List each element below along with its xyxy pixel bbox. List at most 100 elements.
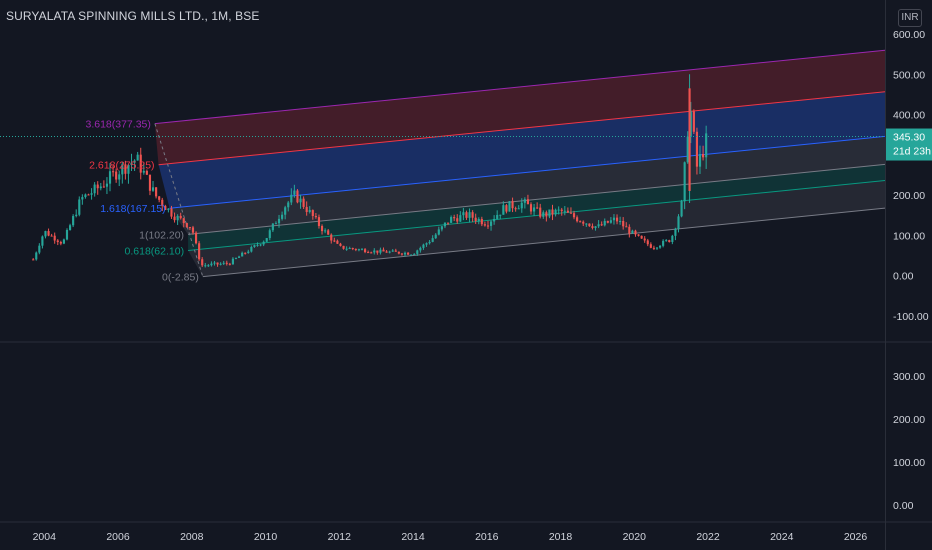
candle-body	[207, 265, 210, 267]
candle-body	[443, 222, 447, 227]
candle-body	[397, 251, 400, 254]
candle-body	[237, 256, 241, 258]
candle-body	[339, 243, 342, 246]
candle-body	[198, 243, 201, 260]
candle-body	[265, 238, 268, 242]
candle-body	[53, 235, 56, 241]
candle-body	[416, 250, 419, 254]
candle-body	[281, 214, 284, 219]
candle-body	[314, 216, 317, 218]
candle-body	[400, 253, 404, 255]
time-tick-label: 2004	[33, 531, 57, 543]
candle-body	[93, 184, 96, 194]
candle-body	[471, 212, 474, 218]
candle-body	[118, 174, 121, 180]
candle-body	[591, 226, 594, 228]
candle-body	[545, 212, 548, 217]
last-price-value: 345.30	[893, 132, 925, 144]
candle-body	[646, 240, 649, 245]
candle-body	[188, 227, 191, 229]
candle-body	[388, 251, 391, 253]
candle-body	[456, 218, 459, 222]
candle-body	[50, 235, 53, 237]
time-tick-label: 2010	[254, 531, 278, 543]
candle-body	[499, 214, 502, 216]
time-tick-label: 2022	[696, 531, 720, 543]
candle-body	[287, 202, 290, 208]
candle-body	[216, 262, 219, 265]
candle-body	[102, 186, 105, 188]
fib-level-label: 1(102.20)	[139, 229, 184, 241]
candle-body	[333, 240, 336, 242]
candle-body	[170, 208, 173, 217]
price-tick-label: 600.00	[893, 29, 925, 41]
candle-body	[665, 240, 668, 242]
candle-body	[382, 249, 385, 252]
candle-body	[548, 209, 551, 217]
candle-body	[680, 201, 683, 217]
candle-body	[674, 228, 677, 236]
currency-button[interactable]: INR	[898, 9, 922, 27]
time-tick-label: 2014	[401, 531, 425, 543]
candle-body	[379, 249, 382, 253]
candle-body	[185, 223, 188, 228]
candle-body	[75, 214, 78, 216]
candle-body	[407, 252, 410, 255]
candle-body	[563, 210, 566, 212]
candle-body	[311, 210, 314, 217]
candle-body	[658, 245, 662, 248]
candle-body	[41, 236, 44, 246]
candle-body	[551, 209, 554, 215]
candle-body	[62, 239, 65, 244]
time-tick-label: 2006	[106, 531, 130, 543]
candle-body	[327, 230, 330, 235]
candle-body	[662, 240, 665, 246]
candle-body	[271, 223, 274, 231]
candle-body	[108, 171, 112, 184]
candle-body	[225, 262, 228, 264]
candle-body	[72, 215, 75, 226]
candle-body	[96, 184, 99, 189]
candle-body	[615, 217, 619, 222]
candle-body	[631, 230, 634, 234]
price-axis[interactable]: 600.00500.00400.00300.00200.00100.000.00…	[893, 29, 929, 323]
candle-body	[296, 190, 299, 203]
symbol-title[interactable]: SURYALATA SPINNING MILLS LTD., 1M, BSE	[6, 9, 259, 23]
candle-body	[59, 242, 62, 244]
candle-body	[78, 199, 81, 215]
candle-body	[385, 251, 388, 253]
candle-body	[588, 223, 591, 227]
candle-body	[554, 209, 557, 215]
candle-body	[176, 215, 179, 221]
candle-body	[244, 252, 247, 254]
candle-body	[259, 244, 262, 246]
volume-price-axis[interactable]: 300.00 200.00 100.00 0.00	[893, 371, 925, 512]
candle-body	[35, 252, 38, 260]
candle-body	[625, 226, 628, 228]
candle-body	[474, 217, 477, 222]
time-axis[interactable]: 2004 2006 2008 2010 2012 2014 2016 2018 2020 2022…	[33, 531, 868, 543]
candle-body	[517, 208, 520, 210]
candle-body	[437, 229, 440, 235]
candle-body	[542, 212, 545, 217]
candle-body	[502, 205, 505, 215]
candle-body	[532, 207, 536, 212]
candle-body	[410, 254, 413, 256]
fib-level-label: 0.618(62.10)	[125, 246, 185, 258]
candle-body	[357, 249, 360, 251]
candle-body	[90, 193, 93, 195]
candle-body	[612, 217, 616, 221]
candle-body	[523, 199, 526, 203]
candle-body	[394, 250, 397, 252]
price-chart[interactable]: 3.618(377.35) 2.618(275.25) 1.618(167.15) 1…	[0, 0, 932, 550]
candle-body	[649, 244, 652, 248]
candle-body	[268, 230, 271, 239]
candle-body	[652, 247, 655, 249]
candle-body	[609, 220, 612, 223]
time-tick-label: 2026	[844, 531, 868, 543]
candle-body	[262, 241, 265, 245]
time-tick-label: 2012	[328, 531, 352, 543]
candle-body	[434, 234, 437, 239]
candle-body	[32, 259, 35, 261]
candle-body	[465, 212, 468, 218]
